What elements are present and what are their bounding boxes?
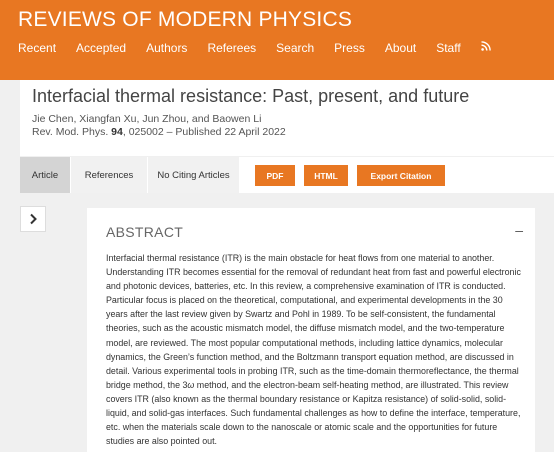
expand-sidebar-button[interactable] (20, 206, 46, 232)
pdf-button[interactable]: PDF (255, 165, 295, 186)
abstract-text-part1: Interfacial thermal resistance (ITR) is … (106, 253, 521, 390)
nav-accepted[interactable]: Accepted (76, 41, 126, 55)
html-button[interactable]: HTML (304, 165, 348, 186)
tab-citing-articles[interactable]: No Citing Articles (148, 157, 239, 193)
tab-references[interactable]: References (71, 157, 147, 193)
chevron-right-icon (30, 213, 37, 225)
article-title: Interfacial thermal resistance: Past, pr… (32, 86, 470, 106)
article-tabbar: Article References No Citing Articles PD… (20, 157, 554, 193)
nav-staff[interactable]: Staff (436, 41, 460, 55)
nav-about[interactable]: About (385, 41, 416, 55)
site-title[interactable]: REVIEWS OF MODERN PHYSICS (18, 8, 352, 32)
abstract-panel: ABSTRACT – Interfacial thermal resistanc… (87, 208, 535, 452)
journal-name: Rev. Mod. Phys. (32, 126, 109, 138)
article-header: Interfacial thermal resistance: Past, pr… (20, 80, 554, 156)
abstract-text: Interfacial thermal resistance (ITR) is … (106, 251, 524, 448)
site-header: REVIEWS OF MODERN PHYSICS Recent Accepte… (0, 0, 554, 80)
nav-referees[interactable]: Referees (207, 41, 256, 55)
nav-search[interactable]: Search (276, 41, 314, 55)
nav-authors[interactable]: Authors (146, 41, 187, 55)
nav-recent[interactable]: Recent (18, 41, 56, 55)
export-citation-button[interactable]: Export Citation (357, 165, 445, 186)
main-nav: Recent Accepted Authors Referees Search … (18, 41, 491, 55)
article-authors: Jie Chen, Xiangfan Xu, Jun Zhou, and Bao… (32, 113, 262, 125)
nav-press[interactable]: Press (334, 41, 365, 55)
tab-article[interactable]: Article (20, 157, 70, 193)
collapse-abstract-button[interactable]: – (515, 222, 523, 238)
abstract-heading: ABSTRACT (106, 224, 184, 240)
rss-icon[interactable] (480, 41, 491, 55)
pages-published: , 025002 – Published 22 April 2022 (122, 126, 286, 138)
article-citation: Rev. Mod. Phys. 94, 025002 – Published 2… (32, 126, 286, 138)
volume-number: 94 (111, 126, 123, 138)
